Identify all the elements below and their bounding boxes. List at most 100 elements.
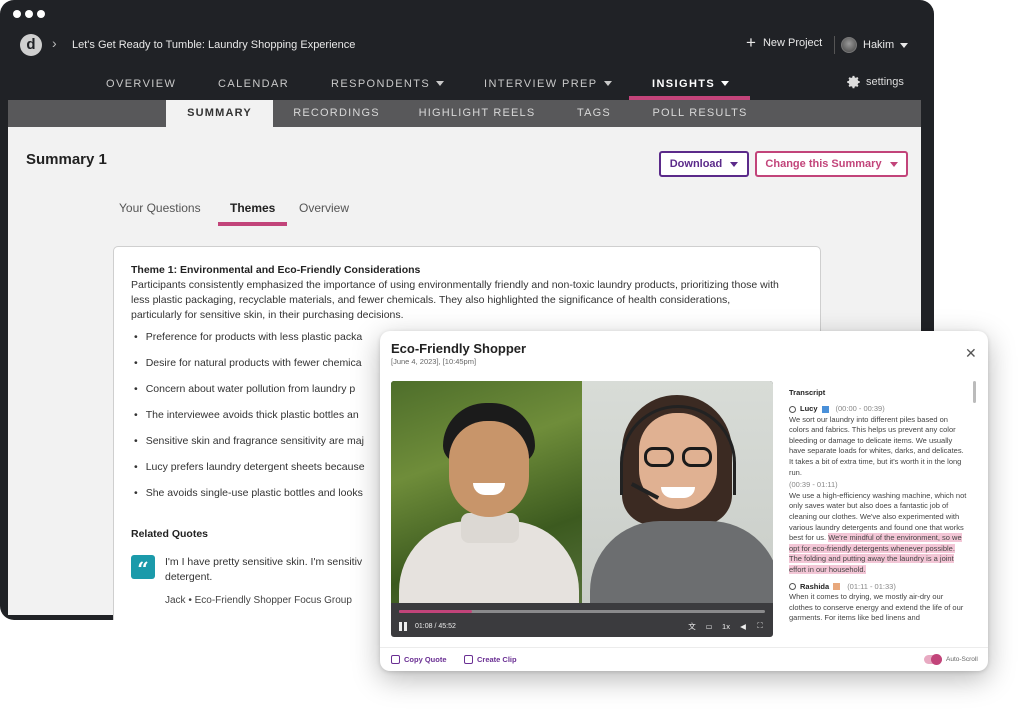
scrollbar[interactable]: [973, 381, 976, 403]
speaker-name: Lucy: [800, 404, 818, 413]
volume-icon[interactable]: ◀: [738, 622, 748, 631]
app-logo[interactable]: d: [20, 34, 42, 56]
summary-tabs: Your Questions Themes Overview: [108, 193, 828, 229]
glasses: [642, 447, 714, 469]
video-time: 01:08 / 45:52: [415, 622, 456, 630]
related-quotes-title: Related Quotes: [131, 528, 209, 540]
settings-label: settings: [866, 76, 904, 88]
modal-footer: Copy Quote Create Clip Auto-Scroll: [380, 647, 988, 671]
nav-respondents[interactable]: RESPONDENTS: [331, 78, 445, 90]
auto-scroll-label: Auto-Scroll: [946, 656, 978, 663]
chevron-down-icon: [721, 80, 730, 86]
speaker-color-swatch: [833, 583, 841, 591]
quote-icon: “: [131, 555, 155, 581]
timecode: (00:00 - 00:39): [835, 404, 885, 413]
copy-quote-button[interactable]: Copy Quote: [391, 655, 447, 664]
copy-icon: [391, 655, 400, 664]
transcript-body: Lucy (00:00 - 00:39) We sort our laundry…: [789, 404, 969, 626]
main-nav: OVERVIEW CALENDAR RESPONDENTS INTERVIEW …: [0, 72, 934, 100]
plus-icon: +: [746, 33, 756, 52]
nav-overview[interactable]: OVERVIEW: [106, 78, 176, 90]
theme-description: Participants consistently emphasized the…: [131, 279, 779, 321]
tab-your-questions[interactable]: Your Questions: [119, 201, 201, 215]
change-summary-label: Change this Summary: [765, 158, 882, 170]
new-project-label: New Project: [762, 37, 823, 49]
speaker-lucy: Lucy (00:00 - 00:39): [789, 404, 969, 415]
person-icon: [789, 405, 796, 413]
window-controls: [13, 10, 45, 18]
theme-title: Theme 1: Environmental and Eco-Friendly …: [131, 264, 421, 276]
transcript-paragraph[interactable]: We use a high-efficiency washing machine…: [789, 491, 969, 576]
recording-modal: Eco-Friendly Shopper [June 4, 2023], [10…: [380, 331, 988, 671]
top-bar: d › Let's Get Ready to Tumble: Laundry S…: [0, 30, 934, 62]
page-title: Summary 1: [26, 151, 107, 168]
subtab-tags[interactable]: TAGS: [564, 100, 624, 127]
subtab-poll-results[interactable]: POLL RESULTS: [644, 100, 756, 127]
user-name: Hakim: [863, 39, 895, 51]
list-item: Sensitive skin and fragrance sensitivity…: [134, 435, 365, 461]
active-tab-indicator: [218, 222, 287, 226]
person-icon: [789, 583, 796, 591]
video-participant-right: [582, 381, 773, 603]
modal-date: [June 4, 2023], [10:45pm]: [391, 357, 477, 366]
subtab-highlight-reels[interactable]: HIGHLIGHT REELS: [413, 100, 541, 127]
sub-nav: SUMMARY RECORDINGS HIGHLIGHT REELS TAGS …: [8, 100, 921, 127]
nav-interview-prep[interactable]: INTERVIEW PREP: [484, 78, 612, 90]
playback-speed[interactable]: 1x: [721, 622, 731, 631]
video-progress-bar[interactable]: [399, 610, 765, 613]
window-dot[interactable]: [13, 10, 21, 18]
tab-overview[interactable]: Overview: [299, 201, 349, 215]
speaker-rashida: Rashida (01:11 - 01:33): [789, 582, 969, 593]
divider: [834, 36, 835, 54]
timecode: (00:39 - 01:11): [789, 480, 838, 490]
list-item: The interviewee avoids thick plastic bot…: [134, 409, 365, 435]
captions-icon[interactable]: ▭: [704, 622, 714, 631]
video-participant-left: [391, 381, 582, 603]
speaker-color-swatch: [821, 405, 829, 413]
copy-quote-label: Copy Quote: [404, 655, 447, 664]
change-summary-button[interactable]: Change this Summary: [755, 151, 908, 177]
download-button[interactable]: Download: [659, 151, 749, 177]
close-icon[interactable]: ✕: [965, 346, 977, 360]
toggle-switch[interactable]: [924, 654, 942, 665]
theme-bullet-list: Preference for products with less plasti…: [134, 331, 365, 513]
list-item: She avoids single-use plastic bottles an…: [134, 487, 365, 513]
nav-label: INSIGHTS: [652, 78, 716, 90]
nav-label: INTERVIEW PREP: [484, 78, 598, 90]
transcript-panel[interactable]: Transcript Lucy (00:00 - 00:39) We sort …: [779, 381, 977, 643]
subtab-recordings[interactable]: RECORDINGS: [284, 100, 389, 127]
create-clip-label: Create Clip: [477, 655, 517, 664]
participant-face: [449, 421, 529, 517]
nav-calendar[interactable]: CALENDAR: [218, 78, 289, 90]
create-clip-button[interactable]: Create Clip: [464, 655, 517, 664]
nav-label: CALENDAR: [218, 78, 290, 90]
chevron-down-icon: [889, 161, 898, 167]
list-item: Desire for natural products with fewer c…: [134, 357, 365, 383]
transcript-paragraph[interactable]: We sort our laundry into different piles…: [789, 415, 969, 479]
participant-body: [590, 521, 773, 603]
user-menu[interactable]: Hakim: [841, 37, 909, 53]
video-progress-fill: [399, 610, 473, 613]
window-dot[interactable]: [37, 10, 45, 18]
chevron-down-icon: [436, 80, 445, 86]
avatar: [841, 37, 857, 53]
nav-label: OVERVIEW: [106, 78, 177, 90]
transcript-paragraph[interactable]: When it comes to drying, we mostly air-d…: [789, 592, 969, 624]
pause-icon[interactable]: [399, 621, 407, 631]
speaker-name: Rashida: [800, 581, 830, 591]
settings-button[interactable]: settings: [847, 75, 904, 89]
transcript-heading: Transcript: [789, 388, 826, 397]
modal-title: Eco-Friendly Shopper: [391, 341, 527, 356]
new-project-button[interactable]: + New Project: [746, 33, 823, 52]
translate-icon[interactable]: 文: [687, 621, 697, 632]
chevron-down-icon: [730, 161, 739, 167]
nav-insights[interactable]: INSIGHTS: [652, 78, 730, 90]
subtab-summary[interactable]: SUMMARY: [166, 100, 273, 127]
tab-themes[interactable]: Themes: [230, 201, 275, 215]
auto-scroll-toggle[interactable]: Auto-Scroll: [924, 654, 978, 665]
fullscreen-icon[interactable]: ⛶: [755, 621, 765, 631]
quote-text: I'm I have pretty sensitive skin. I'm se…: [165, 556, 363, 583]
window-dot[interactable]: [25, 10, 33, 18]
participant-collar: [461, 513, 519, 543]
video-player[interactable]: 01:08 / 45:52 文 ▭ 1x ◀ ⛶: [391, 381, 773, 637]
